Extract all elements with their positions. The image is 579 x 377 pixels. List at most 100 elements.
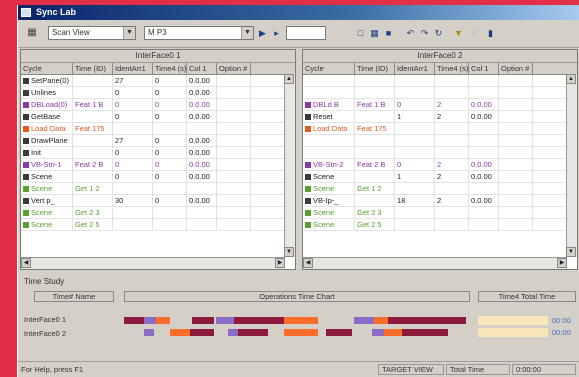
redo-icon[interactable]: ↷: [418, 27, 431, 40]
table-cell: [153, 207, 187, 218]
loop-icon[interactable]: ↻: [432, 27, 445, 40]
cell-text: 2: [437, 196, 442, 205]
scroll-right-icon[interactable]: ▶: [275, 258, 285, 268]
table-row[interactable]: [303, 75, 577, 87]
table-row[interactable]: Scene Get 1 2: [21, 183, 295, 195]
left-vertical-scrollbar[interactable]: ▲ ▼: [284, 74, 295, 257]
close-icon[interactable]: ✕: [468, 27, 481, 40]
left-horizontal-scrollbar[interactable]: ◀ ▶: [21, 257, 285, 269]
chevron-down-icon[interactable]: ▼: [241, 27, 253, 39]
cell-text: 0: [397, 100, 402, 109]
col-header[interactable]: Time (ID): [355, 63, 395, 74]
scroll-down-icon[interactable]: ▼: [566, 247, 576, 257]
right-horizontal-scrollbar[interactable]: ◀ ▶: [303, 257, 567, 269]
filter-icon[interactable]: ▼: [452, 27, 465, 40]
right-vertical-scrollbar[interactable]: ▲ ▼: [566, 74, 577, 257]
total-time-bar: [478, 328, 548, 337]
table-row[interactable]: Reset 1 2 0.0.00: [303, 111, 577, 123]
scroll-right-icon[interactable]: ▶: [557, 258, 567, 268]
table-row[interactable]: Scene Get 1 2: [303, 183, 577, 195]
table-cell: 27: [113, 135, 153, 146]
scroll-up-icon[interactable]: ▲: [566, 74, 576, 84]
col-header[interactable]: Time4 (s): [435, 63, 469, 74]
row-type-icon: [305, 210, 311, 217]
col-header[interactable]: IdentArr1: [395, 63, 435, 74]
table-cell: [499, 75, 533, 86]
table-row[interactable]: GetBase 0 0 0.0.00: [21, 111, 295, 123]
table-row[interactable]: [303, 135, 577, 147]
table-row[interactable]: Scene Get 2 5: [303, 219, 577, 231]
table-cell: Scene: [21, 207, 73, 218]
grid-icon[interactable]: ▦: [26, 27, 38, 39]
left-pane-title: InterFace0 1: [21, 50, 295, 63]
table-cell: [499, 195, 533, 206]
view-combo[interactable]: Scan View ▼: [48, 26, 136, 40]
timeline-bar: [374, 317, 388, 324]
table-cell: 0: [153, 99, 187, 110]
table-row[interactable]: DBLoad(0) Feat 1 B 0 0 0.0.00: [21, 99, 295, 111]
table-cell: 0.0.00: [469, 111, 499, 122]
table-row[interactable]: Scene Get 2 3: [303, 207, 577, 219]
table-row[interactable]: Load Data Feat 175: [21, 123, 295, 135]
stop-icon[interactable]: ■: [382, 27, 395, 40]
table-row[interactable]: Init 0 0 0.0.00: [21, 147, 295, 159]
cell-text: Feat 1 B: [75, 100, 104, 109]
paste-icon[interactable]: ▦: [368, 27, 381, 40]
operations-chart-header[interactable]: Operations Time Chart: [124, 291, 470, 302]
play-icon[interactable]: ▶: [256, 27, 269, 40]
col-header[interactable]: Option #: [499, 63, 533, 74]
cell-text: DBLd B: [313, 100, 339, 109]
table-cell: [395, 207, 435, 218]
scroll-left-icon[interactable]: ◀: [303, 258, 313, 268]
col-header[interactable]: IdentArr1: [113, 63, 153, 74]
cell-text: 0: [155, 100, 160, 109]
step-field[interactable]: [286, 26, 326, 40]
col-header[interactable]: Col 1: [187, 63, 217, 74]
chevron-down-icon[interactable]: ▼: [123, 27, 135, 39]
table-cell: 0: [153, 111, 187, 122]
scroll-up-icon[interactable]: ▲: [284, 74, 294, 84]
col-header[interactable]: Time4 (s): [153, 63, 187, 74]
undo-icon[interactable]: ↶: [404, 27, 417, 40]
col-header[interactable]: Option #: [217, 63, 251, 74]
cell-text: SetPane(0): [31, 76, 69, 85]
cell-text: 0.0.00: [189, 112, 210, 121]
cell-text: Feat 175: [357, 124, 387, 133]
col-header[interactable]: Col 1: [469, 63, 499, 74]
table-row[interactable]: VB-Stn-1 Feat 2 B 0 0 0.0.00: [21, 159, 295, 171]
scroll-left-icon[interactable]: ◀: [21, 258, 31, 268]
cell-text: Get 2 3: [75, 208, 100, 217]
table-row[interactable]: Vert p_ 30 0 0.0.00: [21, 195, 295, 207]
cell-text: 2: [437, 100, 442, 109]
table-row[interactable]: Load Data Feat 175: [303, 123, 577, 135]
step-icon[interactable]: ▸: [270, 27, 283, 40]
cell-text: 2: [437, 172, 442, 181]
table-cell: 18: [395, 195, 435, 206]
time-name-header[interactable]: Time# Name: [34, 291, 114, 302]
table-row[interactable]: VB-Stn-2 Feat 2 B 0 2 0.0.00: [303, 159, 577, 171]
table-row[interactable]: Scene Get 2 5: [21, 219, 295, 231]
table-cell: Scene: [303, 207, 355, 218]
table-cell: [395, 123, 435, 134]
table-cell: Unlines: [21, 87, 73, 98]
table-row[interactable]: VB-Ip-_ 18 2 0.0.00: [303, 195, 577, 207]
table-cell: [355, 75, 395, 86]
table-row[interactable]: [303, 147, 577, 159]
table-row[interactable]: DBLd B Feat 1 B 0 2 0.0.00: [303, 99, 577, 111]
table-cell: [499, 123, 533, 134]
table-row[interactable]: SetPane(0) 27 0 0.0.00: [21, 75, 295, 87]
col-header[interactable]: Cycle: [21, 63, 73, 74]
scroll-down-icon[interactable]: ▼: [284, 247, 294, 257]
total-time-header[interactable]: Time4 Total Time: [478, 291, 576, 302]
target-combo[interactable]: M P3 ▼: [144, 26, 254, 40]
col-header[interactable]: Time (ID): [73, 63, 113, 74]
copy-icon[interactable]: □: [354, 27, 367, 40]
table-row[interactable]: Scene 0 0 0.0.00: [21, 171, 295, 183]
col-header[interactable]: Cycle: [303, 63, 355, 74]
table-row[interactable]: DrawPlane 27 0 0.0.00: [21, 135, 295, 147]
table-row[interactable]: [303, 87, 577, 99]
table-row[interactable]: Scene 1 2 0.0.00: [303, 171, 577, 183]
print-icon[interactable]: ▮: [484, 27, 497, 40]
table-row[interactable]: Scene Get 2 3: [21, 207, 295, 219]
table-row[interactable]: Unlines 0 0 0.0.00: [21, 87, 295, 99]
